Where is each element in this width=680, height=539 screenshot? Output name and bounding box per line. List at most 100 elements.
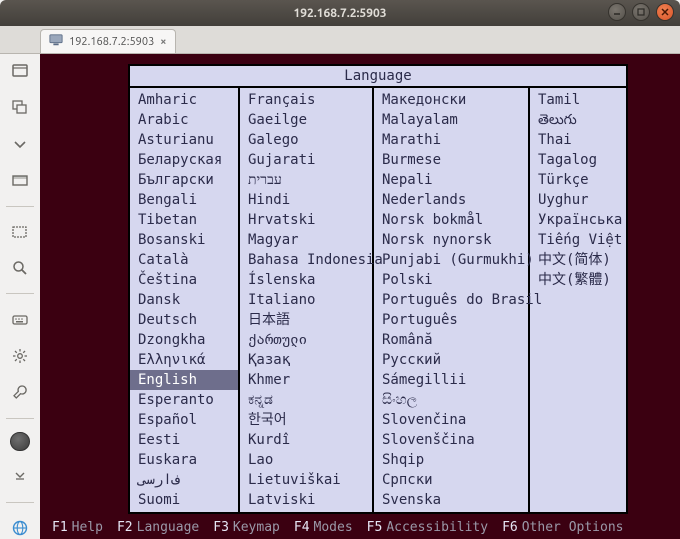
language-option[interactable]: Hrvatski <box>240 210 372 230</box>
gear-icon[interactable] <box>8 345 32 367</box>
language-option[interactable]: Português <box>374 310 528 330</box>
language-option[interactable]: Shqip <box>374 450 528 470</box>
toolbar-separator <box>6 293 34 294</box>
tab-close-button[interactable]: × <box>160 36 166 48</box>
collapse-icon[interactable] <box>8 465 32 487</box>
language-option[interactable]: Dansk <box>130 290 238 310</box>
language-option[interactable]: Arabic <box>130 110 238 130</box>
language-option[interactable]: Amharic <box>130 90 238 110</box>
language-option[interactable]: Tamil <box>530 90 626 110</box>
language-option[interactable]: Català <box>130 250 238 270</box>
fkey-label: Language <box>137 520 200 535</box>
language-option[interactable]: Български <box>130 170 238 190</box>
fkey-key: F5 <box>367 520 383 535</box>
language-option[interactable]: Српски <box>374 470 528 490</box>
language-option[interactable]: Burmese <box>374 150 528 170</box>
fkey-entry[interactable]: F6Other Options <box>502 520 623 535</box>
language-option[interactable]: 中文(简体) <box>530 250 626 270</box>
language-option[interactable]: Magyar <box>240 230 372 250</box>
tab-connection[interactable]: 192.168.7.2:5903 × <box>40 29 176 53</box>
language-option[interactable]: Asturianu <box>130 130 238 150</box>
panel-icon[interactable] <box>8 169 32 191</box>
language-option[interactable]: Svenska <box>374 490 528 510</box>
language-option[interactable]: Tagalog <box>530 150 626 170</box>
language-option[interactable]: 日本語 <box>240 310 372 330</box>
language-option[interactable]: Беларуская <box>130 150 238 170</box>
language-option[interactable]: 한국어 <box>240 410 372 430</box>
language-option[interactable]: Sámegillii <box>374 370 528 390</box>
language-option[interactable]: සිංහල <box>374 390 528 410</box>
language-option[interactable]: Marathi <box>374 130 528 150</box>
language-option[interactable]: Suomi <box>130 490 238 510</box>
language-option[interactable]: Eesti <box>130 430 238 450</box>
language-option[interactable]: Gaeilge <box>240 110 372 130</box>
language-option[interactable]: Galego <box>240 130 372 150</box>
language-option[interactable]: Português do Brasil <box>374 290 528 310</box>
language-option[interactable]: Қазақ <box>240 350 372 370</box>
language-option[interactable]: Uyghur <box>530 190 626 210</box>
language-option[interactable]: Bahasa Indonesia <box>240 250 372 270</box>
language-option[interactable]: Română <box>374 330 528 350</box>
zoom-icon[interactable] <box>8 257 32 279</box>
language-option[interactable]: 中文(繁體) <box>530 270 626 290</box>
language-option[interactable]: Latviski <box>240 490 372 510</box>
language-option[interactable]: Kurdî <box>240 430 372 450</box>
language-option[interactable]: עברית <box>240 170 372 190</box>
window-icon[interactable] <box>8 60 32 82</box>
language-option[interactable]: Norsk nynorsk <box>374 230 528 250</box>
fkey-entry[interactable]: F4Modes <box>294 520 353 535</box>
language-option[interactable]: Македонски <box>374 90 528 110</box>
language-option[interactable]: Nederlands <box>374 190 528 210</box>
language-option[interactable]: Čeština <box>130 270 238 290</box>
chevron-down-icon[interactable] <box>8 133 32 155</box>
language-option[interactable]: Slovenščina <box>374 430 528 450</box>
language-option[interactable]: Hindi <box>240 190 372 210</box>
language-option[interactable]: Lietuviškai <box>240 470 372 490</box>
fkey-entry[interactable]: F1Help <box>52 520 103 535</box>
language-option[interactable]: Nepali <box>374 170 528 190</box>
language-option[interactable]: Íslenska <box>240 270 372 290</box>
language-option[interactable]: Euskara <box>130 450 238 470</box>
language-option[interactable]: Slovenčina <box>374 410 528 430</box>
language-option[interactable]: Русский <box>374 350 528 370</box>
language-option[interactable]: Français <box>240 90 372 110</box>
language-option[interactable]: Español <box>130 410 238 430</box>
windows-icon[interactable] <box>8 96 32 118</box>
globe-icon[interactable] <box>8 517 32 539</box>
language-option[interactable]: Thai <box>530 130 626 150</box>
keyboard-icon[interactable] <box>8 308 32 330</box>
minimize-button[interactable] <box>608 3 626 21</box>
language-option[interactable]: తెలుగు <box>530 110 626 130</box>
language-option[interactable]: Italiano <box>240 290 372 310</box>
language-option[interactable]: Dzongkha <box>130 330 238 350</box>
fkey-entry[interactable]: F2Language <box>117 520 199 535</box>
close-button[interactable] <box>656 3 674 21</box>
language-option[interactable]: Ελληνικά <box>130 350 238 370</box>
fkey-entry[interactable]: F5Accessibility <box>367 520 488 535</box>
record-icon[interactable] <box>10 432 30 451</box>
language-option[interactable]: Malayalam <box>374 110 528 130</box>
fkey-key: F4 <box>294 520 310 535</box>
language-option[interactable]: Tibetan <box>130 210 238 230</box>
language-option[interactable]: Lao <box>240 450 372 470</box>
language-option[interactable]: Polski <box>374 270 528 290</box>
language-option[interactable]: Norsk bokmål <box>374 210 528 230</box>
language-option[interactable]: Українська <box>530 210 626 230</box>
language-option[interactable]: ქართული <box>240 330 372 350</box>
rectangle-select-icon[interactable] <box>8 221 32 243</box>
language-option[interactable]: Gujarati <box>240 150 372 170</box>
language-option[interactable]: Esperanto <box>130 390 238 410</box>
language-option[interactable]: ﻑﺍﺭﺳﯽ <box>130 470 238 490</box>
language-option[interactable]: ಕನ್ನಡ <box>240 390 372 410</box>
language-option[interactable]: Türkçe <box>530 170 626 190</box>
maximize-button[interactable] <box>632 3 650 21</box>
language-option[interactable]: Bosanski <box>130 230 238 250</box>
language-option[interactable]: Tiếng Việt <box>530 230 626 250</box>
wrench-icon[interactable] <box>8 381 32 403</box>
language-option[interactable]: Bengali <box>130 190 238 210</box>
language-option[interactable]: English <box>130 370 238 390</box>
language-option[interactable]: Deutsch <box>130 310 238 330</box>
language-option[interactable]: Khmer <box>240 370 372 390</box>
fkey-entry[interactable]: F3Keymap <box>213 520 280 535</box>
language-option[interactable]: Punjabi (Gurmukhi) <box>374 250 528 270</box>
